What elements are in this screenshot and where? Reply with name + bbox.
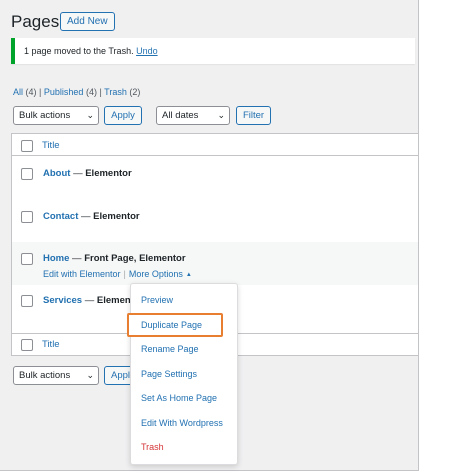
filter-button[interactable]: Filter <box>236 106 271 125</box>
row-title-link[interactable]: Services <box>43 295 82 306</box>
title-dash: — <box>82 295 97 306</box>
row-title-link[interactable]: Contact <box>43 211 78 222</box>
bulk-actions-select[interactable]: Bulk actions ⌄ <box>13 106 99 125</box>
edit-with-elementor-link[interactable]: Edit with Elementor <box>43 269 121 279</box>
table-header-row: Title <box>12 134 418 156</box>
filter-published-link[interactable]: Published <box>44 87 84 97</box>
chevron-down-icon: ⌄ <box>86 110 94 120</box>
bulk-actions-value: Bulk actions <box>19 370 71 381</box>
row-checkbox[interactable] <box>21 211 33 223</box>
select-all-checkbox[interactable] <box>21 339 33 351</box>
title-dash: — <box>69 253 85 264</box>
date-filter-value: All dates <box>162 110 199 121</box>
duplicate-page-highlight[interactable]: Duplicate Page <box>127 313 223 337</box>
chevron-down-icon: ⌄ <box>86 370 94 380</box>
column-title[interactable]: Title <box>42 140 60 151</box>
title-dash: — <box>70 168 86 179</box>
status-filter-links: All (4) | Published (4) | Trash (2) <box>13 87 140 97</box>
row-state: Element <box>96 295 134 306</box>
row-state: Elementor <box>85 168 132 179</box>
more-options-label: More Options <box>128 269 183 279</box>
bulk-actions-value: Bulk actions <box>19 110 71 121</box>
dropdown-item-duplicate-page[interactable]: Duplicate Page <box>141 320 202 330</box>
chevron-down-icon: ⌄ <box>217 110 225 120</box>
dropdown-item-preview[interactable]: Preview <box>141 295 173 305</box>
row-title: Contact — Elementor <box>43 211 140 222</box>
title-dash: — <box>78 211 94 222</box>
row-actions: Edit with Elementor | More Options ▲ <box>43 269 192 279</box>
date-filter-select[interactable]: All dates ⌄ <box>156 106 230 125</box>
dropdown-item-set-as-home-page[interactable]: Set As Home Page <box>141 393 217 403</box>
row-title: Home — Front Page, Elementor <box>43 253 186 264</box>
select-all-checkbox[interactable] <box>21 140 33 152</box>
notice-message: 1 page moved to the Trash. <box>24 46 134 56</box>
dropdown-item-edit-with-wordpress[interactable]: Edit With Wordpress <box>141 418 223 428</box>
row-checkbox[interactable] <box>21 253 33 265</box>
apply-button[interactable]: Apply <box>104 106 142 125</box>
row-title: About — Elementor <box>43 168 132 179</box>
table-row: Home — Front Page, Elementor Edit with E… <box>12 242 418 285</box>
filter-all-link[interactable]: All <box>13 87 23 97</box>
filter-all-count: (4) <box>25 87 37 97</box>
filter-trash-link[interactable]: Trash <box>104 87 127 97</box>
column-title[interactable]: Title <box>42 339 60 350</box>
filter-separator: | <box>99 87 102 97</box>
action-separator: | <box>123 269 126 279</box>
add-new-button[interactable]: Add New <box>60 12 115 31</box>
trash-notice: 1 page moved to the Trash. Undo <box>11 38 415 64</box>
more-options-toggle[interactable]: More Options ▲ <box>129 269 192 279</box>
filter-separator: | <box>39 87 42 97</box>
table-row: Contact — Elementor <box>12 199 418 242</box>
dropdown-item-trash[interactable]: Trash <box>141 442 164 452</box>
bulk-actions-select-bottom[interactable]: Bulk actions ⌄ <box>13 366 99 385</box>
dropdown-item-page-settings[interactable]: Page Settings <box>141 369 197 379</box>
row-title: Services — Element <box>43 295 134 306</box>
more-options-dropdown: Preview Rename Page Page Settings Set As… <box>130 283 238 465</box>
row-state: Front Page, Elementor <box>84 253 186 264</box>
row-checkbox[interactable] <box>21 168 33 180</box>
filter-published-count: (4) <box>85 87 97 97</box>
row-title-link[interactable]: About <box>43 168 70 179</box>
row-checkbox[interactable] <box>21 295 33 307</box>
filter-trash-count: (2) <box>129 87 141 97</box>
undo-link[interactable]: Undo <box>136 46 158 56</box>
row-state: Elementor <box>93 211 140 222</box>
dropdown-item-rename-page[interactable]: Rename Page <box>141 344 199 354</box>
table-row: About — Elementor <box>12 156 418 199</box>
caret-up-icon: ▲ <box>185 272 192 278</box>
row-title-link[interactable]: Home <box>43 253 69 264</box>
page-title: Pages <box>11 12 60 31</box>
